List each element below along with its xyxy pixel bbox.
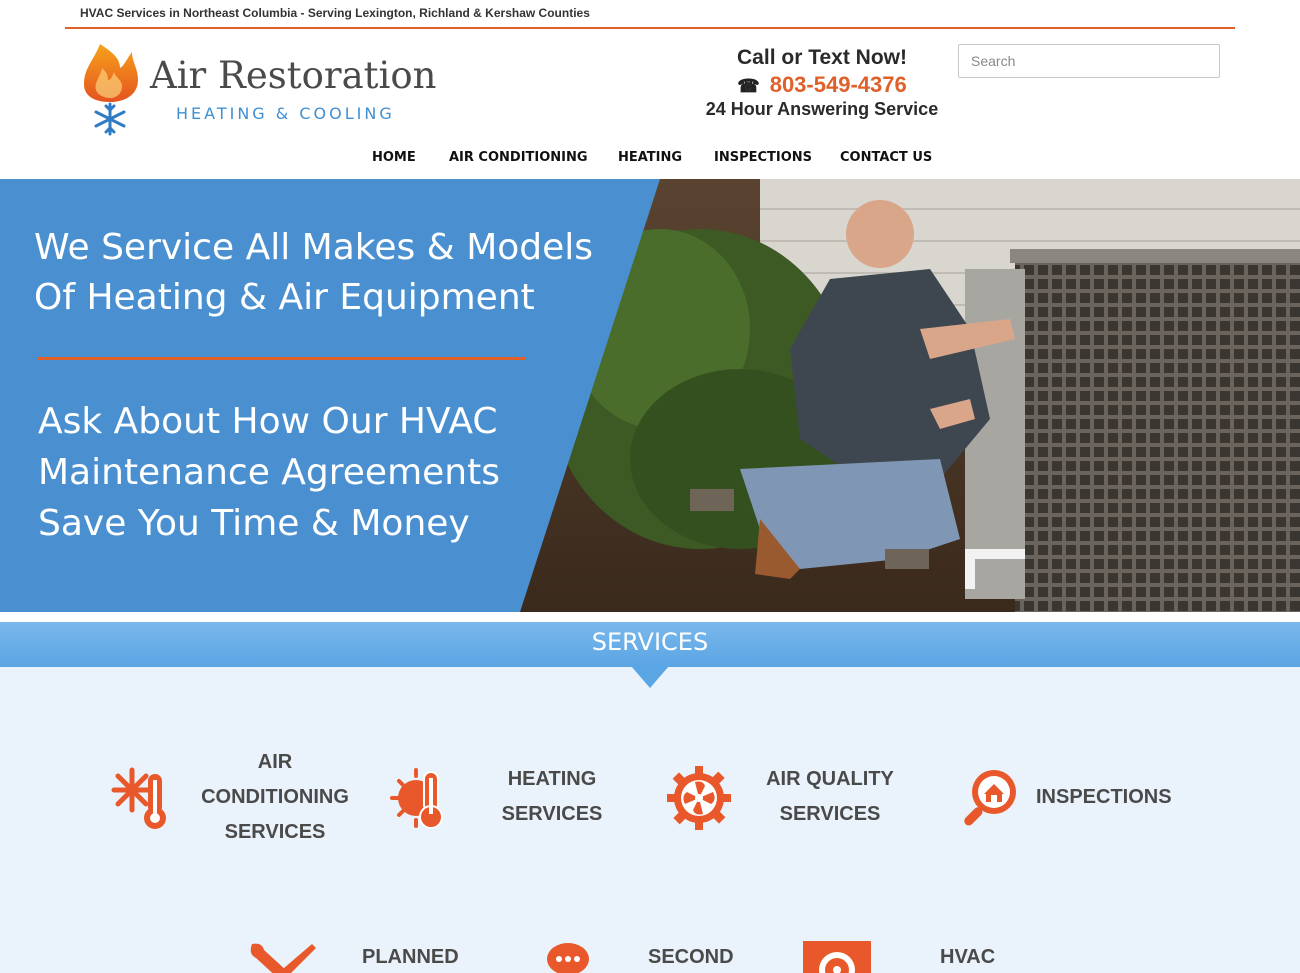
hero-headline: We Service All Makes & Models Of Heating… [34,227,594,318]
site-logo[interactable]: Air Restoration HEATING & COOLING [80,38,460,138]
nav-contact-us[interactable]: CONTACT US [840,150,932,165]
service-heating[interactable]: HEATING SERVICES [497,762,607,832]
wrench-screwdriver-icon[interactable] [246,940,318,973]
service-air-conditioning[interactable]: AIR CONDITIONING SERVICES [195,745,355,850]
search-input[interactable] [958,44,1220,78]
services-arrow [631,666,669,688]
phone-number[interactable]: 803-549-4376 [770,72,907,97]
service-planned[interactable]: PLANNED [362,940,472,973]
phone-icon: ☎ [737,76,760,96]
hero-banner: We Service All Makes & Models Of Heating… [0,179,1300,612]
nav-air-conditioning[interactable]: AIR CONDITIONING [449,150,588,165]
service-second[interactable]: SECOND [648,940,758,973]
hero-subheadline: Ask About How Our HVAC Maintenance Agree… [38,401,500,544]
snowflake-thermometer-icon[interactable] [110,766,174,830]
phone-number-link[interactable]: ☎ 803-549-4376 [690,72,954,98]
flame-snowflake-logo-icon [84,44,138,136]
service-air-quality[interactable]: AIR QUALITY SERVICES [760,762,900,832]
service-inspections[interactable]: INSPECTIONS [1036,780,1176,815]
call-title: Call or Text Now! [737,46,907,69]
nav-home[interactable]: HOME [372,150,416,165]
chat-bubble-icon[interactable] [546,942,590,973]
fan-box-icon[interactable] [802,940,872,973]
nav-heating[interactable]: HEATING [618,150,682,165]
call-subtitle: 24 Hour Answering Service [705,99,939,119]
logo-subtitle: HEATING & COOLING [176,104,395,123]
call-block: Call or Text Now! ☎ 803-549-4376 24 Hour … [690,46,954,120]
house-magnifier-icon[interactable] [958,764,1024,830]
service-hvac[interactable]: HVAC [940,940,1020,973]
sun-thermometer-icon[interactable] [390,766,454,830]
fan-gear-icon[interactable] [667,766,731,830]
services-title: SERVICES [591,628,709,656]
hero-divider [38,357,526,360]
top-divider [65,27,1235,29]
main-nav: HOME AIR CONDITIONING HEATING INSPECTION… [0,150,1300,170]
top-tagline: HVAC Services in Northeast Columbia - Se… [80,6,590,20]
nav-inspections[interactable]: INSPECTIONS [714,150,812,165]
logo-name: Air Restoration [150,54,437,97]
